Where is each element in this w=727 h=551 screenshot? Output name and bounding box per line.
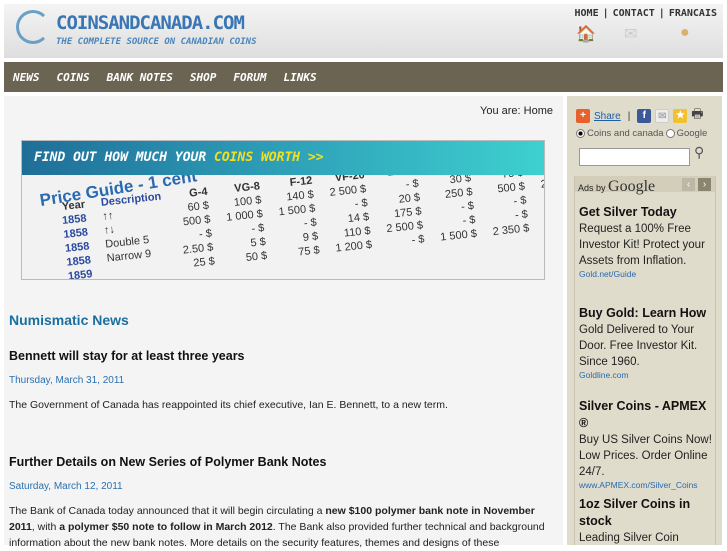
google-logo: Google: [608, 178, 656, 195]
ad-url[interactable]: www.APMEX.com/Silver_Coins: [579, 480, 713, 490]
radio-label: Coins and canada: [587, 128, 664, 139]
ad-body: Gold Delivered to Your Door. Free Invest…: [579, 324, 698, 368]
article-body: The Government of Canada has reappointed…: [9, 399, 448, 411]
sidebar: + Share | f ✉ ★ 🖶 Coins and canada Googl…: [567, 96, 722, 545]
ad-item[interactable]: 1oz Silver Coins in stock Leading Silver …: [579, 496, 713, 546]
ad-url[interactable]: Gold.net/Guide: [579, 269, 713, 279]
bold-text: a polymer $50 note to follow in March 20…: [59, 521, 273, 533]
ad-item[interactable]: Get Silver Today Request a 100% Free Inve…: [579, 204, 713, 279]
logo-icon: [16, 10, 50, 44]
article-date: Thursday, March 31, 2011: [9, 375, 125, 386]
home-icon[interactable]: 🏠: [576, 24, 596, 44]
ad-body: Leading Silver Coin: [579, 532, 679, 544]
nav-news[interactable]: NEWS: [13, 71, 40, 84]
article-title[interactable]: Bennett will stay for at least three yea…: [9, 349, 554, 363]
mail-icon[interactable]: ✉: [624, 24, 637, 44]
price-guide-banner[interactable]: YearDescriptionG-4VG-8F-12VF-20EF-40AU-5…: [21, 140, 545, 280]
ad-body: Request a 100% Free Investor Kit! Protec…: [579, 223, 705, 267]
section-title: Numismatic News: [9, 312, 129, 328]
ad-title[interactable]: Buy Gold: Learn How: [579, 305, 713, 322]
email-icon[interactable]: ✉: [655, 109, 670, 123]
nav-bank-notes[interactable]: BANK NOTES: [107, 71, 173, 84]
next-arrow-icon[interactable]: ›: [698, 178, 711, 191]
ad-item[interactable]: Buy Gold: Learn How Gold Delivered to You…: [579, 305, 713, 380]
text: , with: [31, 521, 60, 533]
search-input[interactable]: [579, 148, 690, 166]
ad-title[interactable]: 1oz Silver Coins in stock: [579, 496, 713, 530]
main-nav: NEWS COINS BANK NOTES SHOP FORUM LINKS: [4, 62, 723, 92]
favorite-icon[interactable]: ★: [673, 109, 688, 123]
francais-link[interactable]: FRANCAIS: [669, 8, 717, 19]
article-body: The Bank of Canada today announced that …: [9, 503, 554, 551]
radio-coins-and-canada[interactable]: [576, 129, 585, 138]
home-link[interactable]: HOME: [575, 8, 599, 19]
search-icon[interactable]: ⚲: [694, 144, 704, 161]
nav-coins[interactable]: COINS: [57, 71, 90, 84]
ad-body: Buy US Silver Coins Now! Low Prices. Ord…: [579, 434, 712, 478]
coin-icon[interactable]: ●: [680, 24, 690, 42]
contact-link[interactable]: CONTACT: [613, 8, 655, 19]
nav-forum[interactable]: FORUM: [233, 71, 266, 84]
main-content: You are: Home Year Description G-4 VG-8 F-12…: [4, 96, 563, 549]
tagline: THE COMPLETE SOURCE ON CANADIAN COINS: [56, 37, 257, 47]
ad-item[interactable]: Silver Coins - APMEX ® Buy US Silver Coin…: [579, 398, 713, 490]
ads-panel: Ads by Google ‹ › Get Silver Today Reques…: [574, 176, 716, 545]
banner-text: FIND OUT HOW MUCH YOUR: [34, 150, 215, 165]
site-name[interactable]: COINSANDCANADA.COM: [56, 12, 245, 34]
facebook-icon[interactable]: f: [637, 109, 652, 123]
banner-highlight: COINS WORTH >>: [214, 150, 324, 165]
article: Bennett will stay for at least three yea…: [9, 349, 554, 413]
radio-google[interactable]: [665, 129, 675, 138]
article-title[interactable]: Further Details on New Series of Polymer…: [9, 455, 554, 469]
nav-links[interactable]: LINKS: [283, 71, 316, 84]
print-icon[interactable]: 🖶: [691, 105, 703, 127]
prev-arrow-icon[interactable]: ‹: [682, 178, 695, 191]
plus-icon[interactable]: +: [576, 109, 590, 123]
breadcrumb: You are: Home: [480, 105, 553, 117]
ad-title[interactable]: Get Silver Today: [579, 204, 713, 221]
ads-label: Ads by: [578, 183, 606, 193]
radio-label: Google: [676, 128, 708, 139]
nav-shop[interactable]: SHOP: [190, 71, 217, 84]
article-date: Saturday, March 12, 2011: [9, 481, 123, 492]
article: Further Details on New Series of Polymer…: [9, 455, 554, 551]
share-link[interactable]: Share: [594, 111, 621, 122]
text: The Bank of Canada today announced that …: [9, 505, 326, 517]
banner-headline: FIND OUT HOW MUCH YOUR COINS WORTH >>: [34, 150, 324, 165]
ad-url[interactable]: Goldline.com: [579, 370, 713, 380]
ad-title[interactable]: Silver Coins - APMEX ®: [579, 398, 713, 432]
site-header: COINSANDCANADA.COM THE COMPLETE SOURCE O…: [4, 4, 723, 58]
